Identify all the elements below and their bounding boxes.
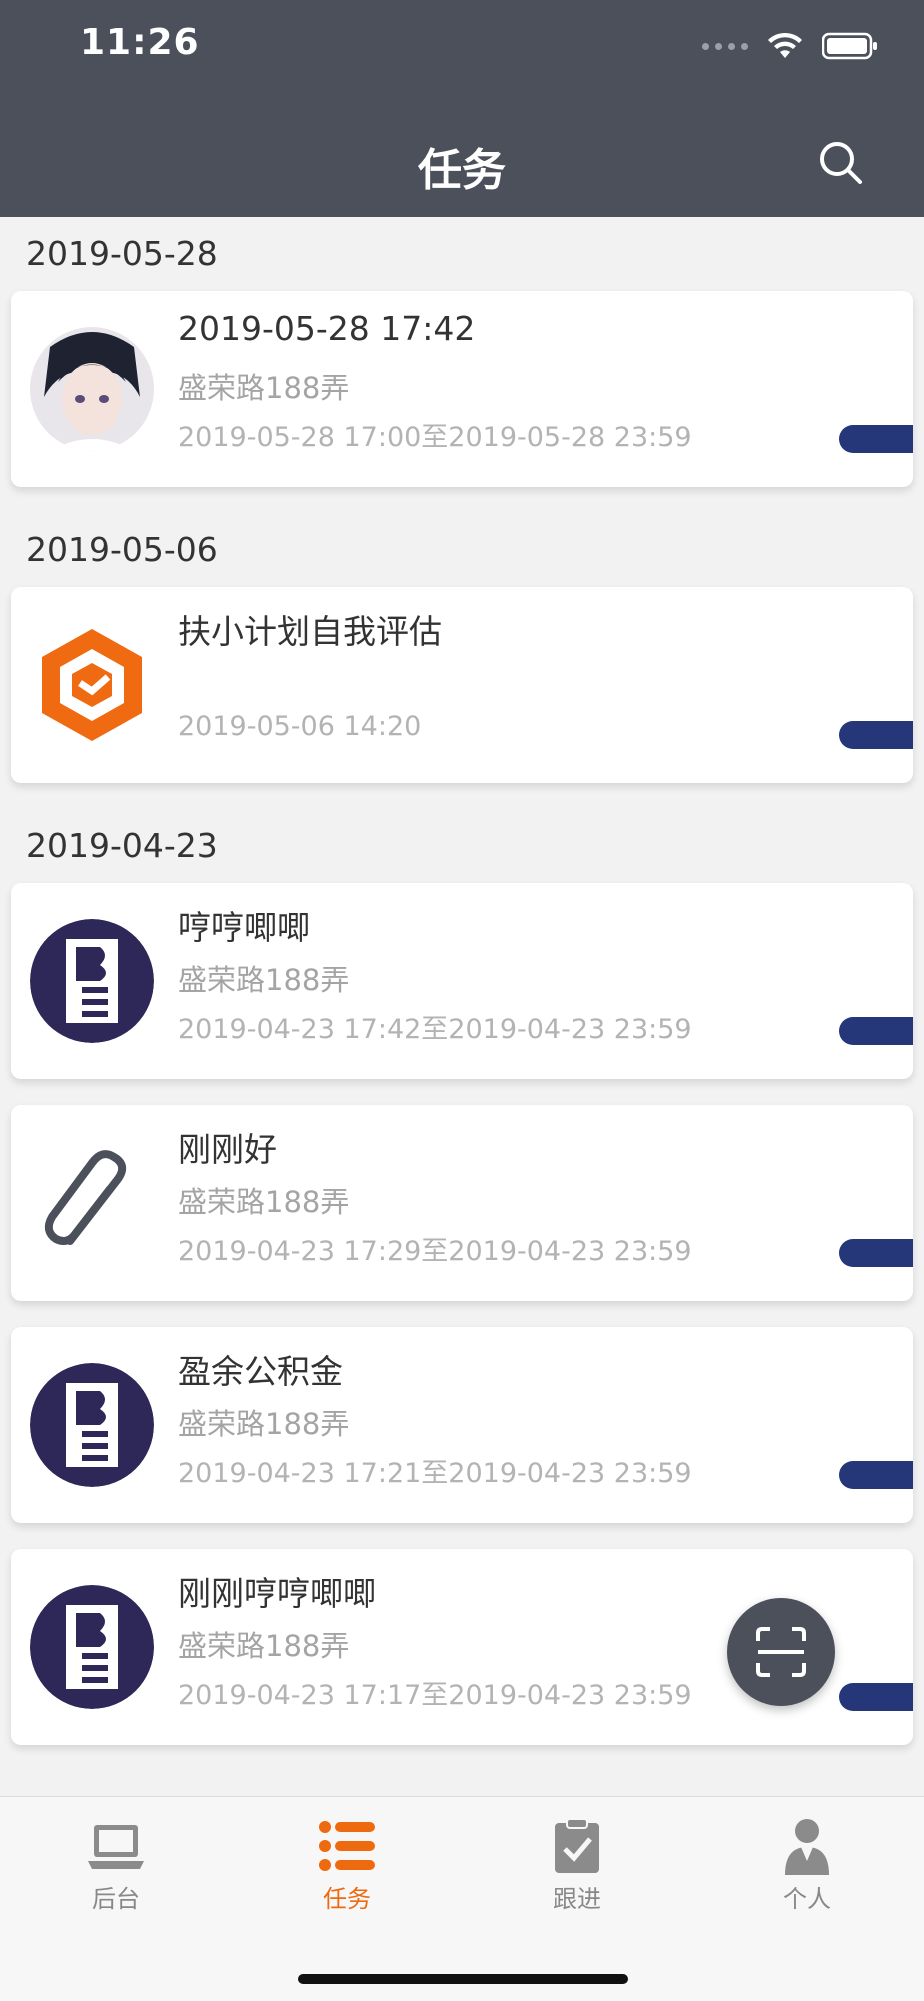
tab-backend[interactable]: 后台 bbox=[36, 1817, 196, 1914]
tab-label: 个人 bbox=[783, 1885, 831, 1913]
task-card[interactable]: 盈余公积金 盛荣路188弄 2019-04-23 17:21至2019-04-2… bbox=[11, 1327, 913, 1523]
task-title: 盈余公积金 bbox=[178, 1352, 343, 1391]
anime-portrait-avatar bbox=[30, 327, 154, 451]
task-list[interactable]: 2019-05-28 2019-05-28 17:42 盛荣路188弄 2019… bbox=[0, 217, 924, 1796]
task-title: 刚刚好 bbox=[178, 1130, 277, 1169]
status-badge bbox=[839, 425, 913, 453]
page-title: 任务 bbox=[418, 145, 506, 196]
tab-label: 后台 bbox=[92, 1885, 140, 1913]
task-card[interactable]: 扶小计划自我评估 2019-05-06 14:20 bbox=[11, 587, 913, 783]
status-time: 11:26 bbox=[80, 22, 200, 63]
tab-label: 跟进 bbox=[553, 1885, 601, 1913]
tab-tasks[interactable]: 任务 bbox=[267, 1817, 427, 1914]
date-header: 2019-05-28 bbox=[26, 234, 218, 273]
date-header: 2019-05-06 bbox=[26, 530, 218, 569]
status-badge bbox=[839, 1683, 913, 1711]
task-address: 盛荣路188弄 bbox=[178, 371, 350, 405]
tab-bar: 后台 任务 跟进 个人 bbox=[0, 1796, 924, 2001]
task-card[interactable]: 哼哼唧唧 盛荣路188弄 2019-04-23 17:42至2019-04-23… bbox=[11, 883, 913, 1079]
task-address: 盛荣路188弄 bbox=[178, 1185, 350, 1219]
hexagon-logo-avatar bbox=[30, 623, 154, 747]
tab-label: 任务 bbox=[323, 1885, 371, 1913]
search-icon[interactable] bbox=[816, 138, 866, 188]
scan-icon bbox=[756, 1627, 806, 1677]
tab-follow-up[interactable]: 跟进 bbox=[497, 1817, 657, 1914]
home-indicator bbox=[298, 1974, 628, 1984]
battery-icon bbox=[822, 32, 878, 60]
ble-logo-avatar bbox=[30, 1363, 154, 1487]
task-time: 2019-04-23 17:21至2019-04-23 23:59 bbox=[178, 1458, 692, 1489]
status-badge bbox=[839, 721, 913, 749]
task-address: 盛荣路188弄 bbox=[178, 1629, 350, 1663]
list-icon bbox=[317, 1817, 377, 1875]
date-header: 2019-04-23 bbox=[26, 826, 218, 865]
task-address: 盛荣路188弄 bbox=[178, 963, 350, 997]
task-time: 2019-05-28 17:00至2019-05-28 23:59 bbox=[178, 422, 692, 453]
task-title: 扶小计划自我评估 bbox=[178, 612, 442, 651]
clipboard-check-icon bbox=[547, 1817, 607, 1875]
paperclip-avatar bbox=[30, 1141, 154, 1265]
signal-icon bbox=[702, 42, 748, 50]
task-title: 2019-05-28 17:42 bbox=[178, 309, 476, 348]
status-icons bbox=[702, 32, 878, 60]
task-address: 盛荣路188弄 bbox=[178, 1407, 350, 1441]
task-time: 2019-05-06 14:20 bbox=[178, 711, 422, 742]
ble-logo-avatar bbox=[30, 919, 154, 1043]
scan-button[interactable] bbox=[727, 1598, 835, 1706]
header: 11:26 任务 bbox=[0, 0, 924, 217]
task-time: 2019-04-23 17:17至2019-04-23 23:59 bbox=[178, 1680, 692, 1711]
task-card[interactable]: 2019-05-28 17:42 盛荣路188弄 2019-05-28 17:0… bbox=[11, 291, 913, 487]
ble-logo-avatar bbox=[30, 1585, 154, 1709]
task-time: 2019-04-23 17:29至2019-04-23 23:59 bbox=[178, 1236, 692, 1267]
status-badge bbox=[839, 1461, 913, 1489]
wifi-icon bbox=[766, 32, 804, 60]
status-badge bbox=[839, 1017, 913, 1045]
task-time: 2019-04-23 17:42至2019-04-23 23:59 bbox=[178, 1014, 692, 1045]
task-title: 哼哼唧唧 bbox=[178, 908, 310, 947]
person-icon bbox=[777, 1817, 837, 1875]
task-title: 刚刚哼哼唧唧 bbox=[178, 1574, 376, 1613]
task-card[interactable]: 刚刚好 盛荣路188弄 2019-04-23 17:29至2019-04-23 … bbox=[11, 1105, 913, 1301]
status-badge bbox=[839, 1239, 913, 1267]
tab-profile[interactable]: 个人 bbox=[727, 1817, 887, 1914]
laptop-icon bbox=[86, 1817, 146, 1875]
